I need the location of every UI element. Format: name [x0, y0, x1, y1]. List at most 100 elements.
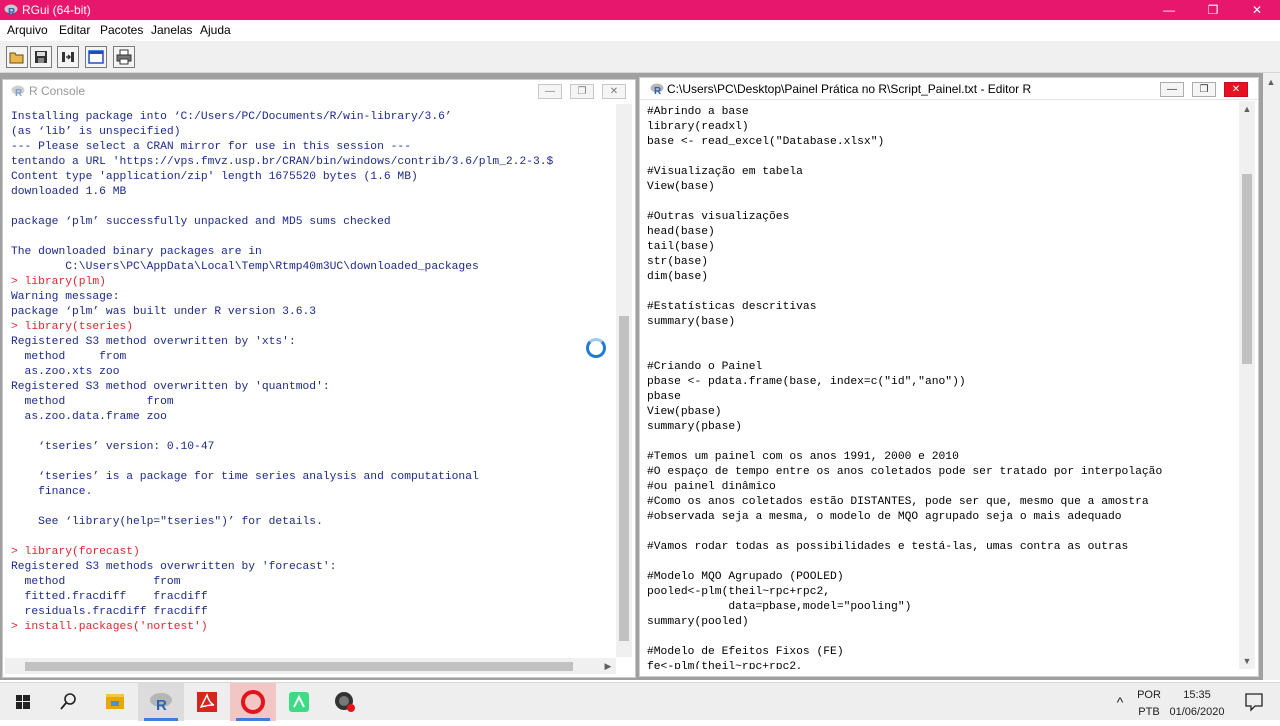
notifications-button[interactable] [1236, 683, 1272, 721]
console-vertical-scrollbar[interactable] [616, 104, 632, 657]
scroll-down-arrow-icon[interactable]: ▼ [1239, 655, 1255, 667]
console-horizontal-scrollbar[interactable]: ▶ [5, 658, 616, 674]
restore-button[interactable]: ❐ [1190, 0, 1236, 20]
windows-taskbar: R ^ POR PTB 15:35 01/06/2020 [0, 682, 1280, 721]
console-output-line: See ‘library(help="tseries")’ for detail… [11, 516, 323, 528]
menu-bar: Arquivo Editar Pacotes Janelas Ajuda [0, 20, 1280, 41]
console-window-icon [88, 50, 104, 64]
console-restore-button[interactable]: ❐ [570, 84, 594, 99]
mdi-vertical-scrollbar[interactable]: ▲ [1263, 73, 1280, 680]
console-vscroll-thumb[interactable] [619, 316, 629, 641]
script-line: data=pbase,model="pooling") [647, 601, 912, 613]
scroll-up-arrow-icon[interactable]: ▲ [1263, 76, 1279, 88]
script-text[interactable]: #Abrindo a base library(readxl) base <- re… [647, 105, 1237, 669]
opera-icon [236, 690, 270, 721]
menu-arquivo[interactable]: Arquivo [7, 20, 48, 41]
minimize-button[interactable]: — [1146, 0, 1192, 20]
scroll-up-arrow-icon[interactable]: ▲ [1239, 103, 1255, 115]
print-button[interactable] [113, 46, 135, 68]
console-minimize-button[interactable]: — [538, 84, 562, 99]
console-hscroll-thumb[interactable] [25, 662, 573, 671]
r-logo-icon: R [650, 83, 664, 95]
script-line: library(readxl) [647, 121, 749, 133]
taskbar-file-explorer[interactable] [92, 683, 138, 721]
script-line: tail(base) [647, 241, 715, 253]
console-output-line: downloaded 1.6 MB [11, 186, 127, 198]
taskbar-recorder[interactable] [322, 683, 368, 721]
editor-close-button[interactable]: ✕ [1224, 82, 1248, 97]
console-command-line: > library(plm) [11, 276, 106, 288]
console-output[interactable]: Installing package into ‘C:/Users/PC/Doc… [11, 110, 615, 658]
clock[interactable]: 15:35 01/06/2020 [1166, 683, 1228, 721]
script-line: ​ [647, 555, 1237, 570]
r-console-window[interactable]: R R Console — ❐ ✕ Installing package int… [2, 79, 636, 678]
script-line: ​ [647, 150, 1237, 165]
editor-vscroll-thumb[interactable] [1242, 174, 1252, 364]
scroll-right-arrow-icon[interactable]: ▶ [600, 660, 616, 672]
editor-vertical-scrollbar[interactable]: ▲ ▼ [1239, 101, 1255, 669]
taskbar-acrobat[interactable] [184, 683, 230, 721]
menu-janelas[interactable]: Janelas [151, 20, 192, 41]
console-output-line: ​ [11, 530, 615, 545]
console-output-line: finance. [11, 486, 93, 498]
language-indicator[interactable]: POR PTB [1134, 683, 1164, 721]
script-line: base <- read_excel("Database.xlsx") [647, 136, 885, 148]
console-output-line: Installing package into ‘C:/Users/PC/Doc… [11, 111, 452, 123]
taskbar-r-gui[interactable]: R [138, 683, 184, 721]
svg-text:R: R [15, 88, 23, 97]
script-line: #Outras visualizações [647, 211, 790, 223]
menu-ajuda[interactable]: Ajuda [200, 20, 231, 41]
script-line: ​ [647, 330, 1237, 345]
svg-text:R: R [156, 697, 167, 714]
script-editor-window[interactable]: R C:\Users\PC\Desktop\Painel Prática no … [639, 77, 1259, 677]
svg-text:R: R [8, 7, 16, 17]
search-button[interactable] [46, 683, 92, 721]
clock-date: 01/06/2020 [1169, 706, 1225, 718]
script-line: View(pbase) [647, 406, 722, 418]
script-line: #observada seja a mesma, o modelo de MQO… [647, 511, 1122, 523]
editor-title: C:\Users\PC\Desktop\Painel Prática no R\… [667, 82, 1032, 96]
console-output-line: ​ [11, 230, 615, 245]
start-button[interactable] [0, 683, 46, 721]
script-line: #Criando o Painel [647, 361, 763, 373]
open-script-button[interactable] [6, 46, 28, 68]
close-button[interactable]: ✕ [1234, 0, 1280, 20]
taskbar-android-studio[interactable] [276, 683, 322, 721]
console-output-line: Content type 'application/zip' length 16… [11, 171, 418, 183]
open-script-icon [9, 52, 24, 64]
script-line: ​ [647, 345, 1237, 360]
menu-pacotes[interactable]: Pacotes [100, 20, 143, 41]
taskbar-opera[interactable] [230, 683, 276, 721]
load-workspace-button[interactable] [57, 46, 79, 68]
console-output-line: method from [11, 576, 181, 588]
rgui-app: R RGui (64-bit) — ❐ ✕ Arquivo Editar Pac… [0, 0, 1280, 721]
console-output-line: fitted.fracdiff fracdiff [11, 591, 208, 603]
script-line: ​ [647, 630, 1237, 645]
save-button[interactable] [30, 46, 52, 68]
app-title: RGui (64-bit) [22, 3, 91, 17]
editor-titlebar: R C:\Users\PC\Desktop\Painel Prática no … [640, 78, 1258, 100]
android-studio-icon [289, 692, 309, 712]
console-output-line: Registered S3 methods overwritten by 'fo… [11, 561, 337, 573]
console-output-line: package ‘plm’ successfully unpacked and … [11, 216, 391, 228]
editor-restore-button[interactable]: ❐ [1192, 82, 1216, 97]
script-line: #Abrindo a base [647, 106, 749, 118]
editor-minimize-button[interactable]: — [1160, 82, 1184, 97]
script-line: #O espaço de tempo entre os anos coletad… [647, 466, 1163, 478]
tray-overflow-button[interactable]: ^ [1110, 683, 1130, 721]
recorder-icon [335, 692, 355, 712]
console-output-line: residuals.fracdiff fracdiff [11, 606, 208, 618]
console-close-button[interactable]: ✕ [602, 84, 626, 99]
console-output-line: ‘tseries’ is a package for time series a… [11, 471, 479, 483]
console-output-line: ​ [11, 500, 615, 515]
language-code: POR [1137, 689, 1161, 701]
console-output-line: ​ [11, 425, 615, 440]
r-console-titlebar: R R Console — ❐ ✕ [3, 80, 635, 102]
script-line: pbase <- pdata.frame(base, index=c("id",… [647, 376, 966, 388]
menu-editar[interactable]: Editar [59, 20, 90, 41]
print-icon [116, 49, 132, 65]
console-output-line: C:\Users\PC\AppData\Local\Temp\Rtmp40m3U… [11, 261, 479, 273]
console-command-line: > library(forecast) [11, 546, 140, 558]
console-window-button[interactable] [85, 46, 107, 68]
console-output-line: as.zoo.data.frame zoo [11, 411, 167, 423]
